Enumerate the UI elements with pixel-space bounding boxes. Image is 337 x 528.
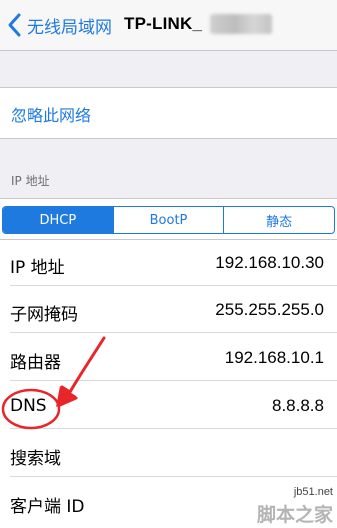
ip-mode-segmented-control: DHCP BootP 静态 [2,206,335,234]
dns-value[interactable]: 8.8.8.8 [272,396,324,416]
back-button[interactable]: 无线局域网 [4,10,112,40]
watermark-url: jb51.net [293,486,333,498]
forget-network-cell[interactable]: 忽略此网络 [0,87,337,139]
row-divider [10,285,337,286]
search-domains-label: 搜索域 [10,449,61,469]
ip-address-value: 192.168.10.30 [215,253,324,272]
dns-label: DNS [10,396,47,416]
client-id-label: 客户端 ID [10,497,85,517]
page-title: TP-LINK_ [124,14,203,33]
subnet-mask-value: 255.255.255.0 [215,300,324,319]
router-label: 路由器 [10,353,61,373]
row-divider [10,380,337,381]
back-button-label: 无线局域网 [27,17,112,38]
ip-address-section-header: IP 地址 [11,174,50,188]
redacted-network-name [210,14,272,34]
row-divider [10,332,337,333]
chevron-left-icon [8,13,21,37]
ip-mode-container: DHCP BootP 静态 [0,198,337,240]
row-dns[interactable]: DNS 8.8.8.8 [0,383,337,429]
row-ip-address: IP 地址 192.168.10.30 [0,240,337,286]
row-divider [10,476,337,477]
subnet-mask-label: 子网掩码 [10,305,78,325]
row-router: 路由器 192.168.10.1 [0,335,337,381]
tab-static[interactable]: 静态 [223,207,334,233]
row-search-domains[interactable]: 搜索域 [0,431,337,477]
navigation-bar: 无线局域网 TP-LINK_ [0,0,337,51]
ip-details-list: IP 地址 192.168.10.30 子网掩码 255.255.255.0 路… [0,239,337,528]
tab-bootp[interactable]: BootP [112,207,224,233]
forget-network-button[interactable]: 忽略此网络 [11,102,91,126]
ip-address-label: IP 地址 [10,258,65,278]
row-divider [10,428,337,429]
watermark-brand: 脚本之家 [256,504,333,526]
row-subnet-mask: 子网掩码 255.255.255.0 [0,287,337,333]
router-value: 192.168.10.1 [224,348,324,367]
tab-dhcp[interactable]: DHCP [3,207,113,233]
